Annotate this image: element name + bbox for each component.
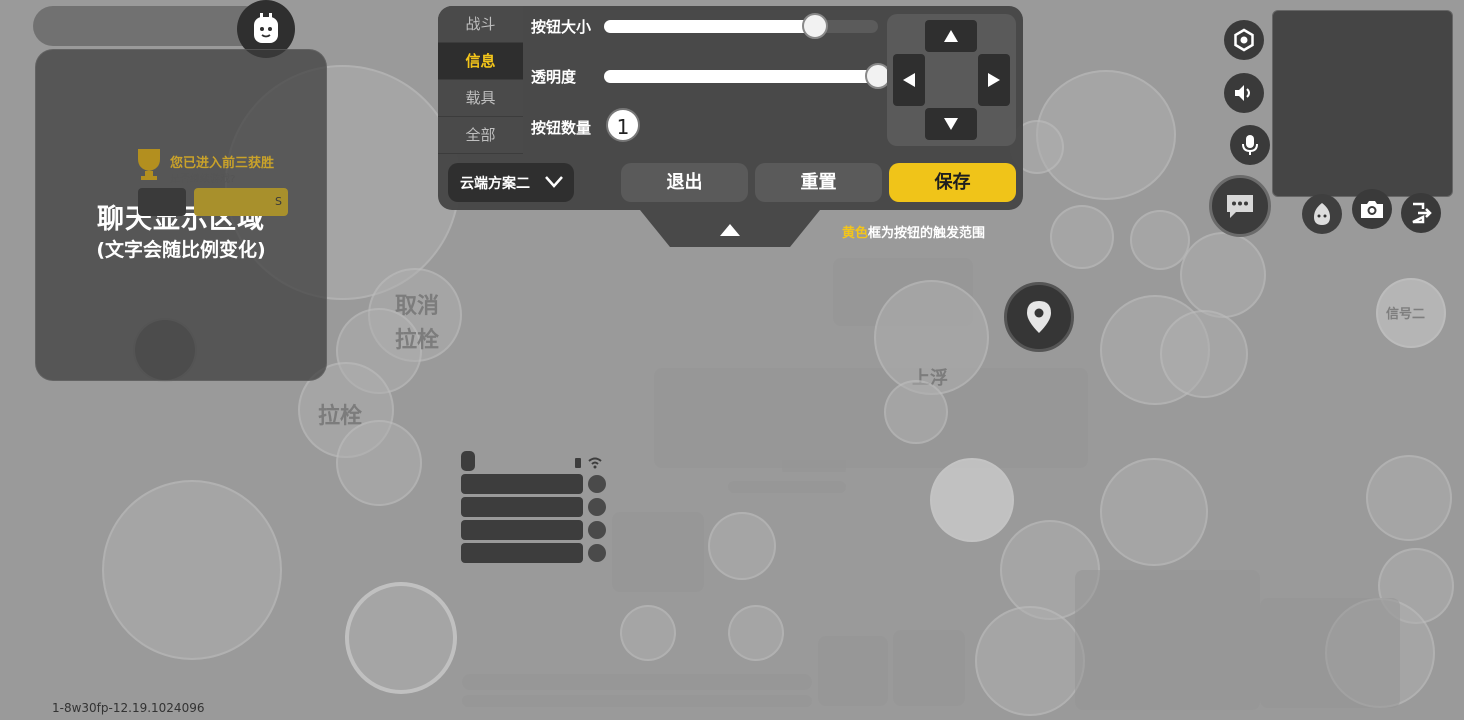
location-marker-button[interactable]: [1004, 282, 1074, 352]
teammate-bar-4: [461, 543, 583, 563]
bg-armor-slot: [708, 512, 776, 580]
settings-icon: [1234, 28, 1254, 52]
dpad-down-button[interactable]: [925, 108, 977, 140]
collapse-panel-button[interactable]: [640, 210, 820, 248]
bg-down-button: [1100, 458, 1208, 566]
bg-weapon-slot-1: [1075, 570, 1260, 710]
exit-game-button[interactable]: [1401, 193, 1441, 233]
bg-pull-label-2: 拉栓: [318, 404, 363, 429]
category-tabs: 战斗 信息 载具 全部: [438, 6, 523, 156]
bg-scope-button: [1160, 310, 1248, 398]
opacity-label: 透明度: [531, 68, 577, 86]
bg-pull-label: 拉栓: [395, 328, 440, 353]
button-size-slider-fill: [604, 20, 815, 33]
mic-button[interactable]: [1230, 125, 1270, 165]
bg-move-joystick: [102, 480, 282, 660]
teammate-dot-3: [588, 521, 606, 539]
chevron-down-icon: [545, 176, 563, 188]
bg-center-panel: [654, 368, 1088, 468]
bg-signal-label: 信号二: [1386, 307, 1426, 322]
trophy-exit-button: [138, 188, 186, 216]
emoji-button[interactable]: [1302, 194, 1342, 234]
scheme-select-value: 云端方案二: [460, 175, 530, 192]
arrow-left-icon: [903, 73, 915, 87]
minimap[interactable]: [1272, 10, 1453, 197]
trophy-message: 您已进入前三获胜: [170, 156, 275, 171]
camera-icon: [1361, 201, 1383, 218]
save-button[interactable]: 保存: [889, 163, 1016, 202]
trigger-range-hint: 黄色框为按钮的触发范围: [842, 222, 985, 241]
bg-crouch-button: [336, 420, 422, 506]
mic-icon: [1242, 135, 1258, 155]
trophy-icon: [132, 145, 166, 185]
top-left-bar: [33, 6, 265, 46]
tab-info[interactable]: 信息: [438, 43, 523, 80]
bg-weapon-slot-2: [1260, 598, 1400, 708]
teammate-bar-2: [461, 497, 583, 517]
scheme-select[interactable]: 云端方案二: [448, 163, 574, 202]
version-label: 1-8w30fp-12.19.1024096: [52, 701, 205, 715]
bg-reload-button: [1366, 455, 1452, 541]
trophy-continue-button: S: [194, 188, 288, 216]
dpad-left-button[interactable]: [893, 54, 925, 106]
button-size-label: 按钮大小: [531, 18, 592, 36]
teammate-dot-4: [588, 544, 606, 562]
bg-hand-button: [1180, 232, 1266, 318]
bg-energy-bar: [462, 695, 812, 707]
chat-area-subtitle: (文字会随比例变化): [96, 239, 266, 261]
dpad-up-button[interactable]: [925, 20, 977, 52]
bg-prone-button: [1130, 210, 1190, 270]
tab-vehicle[interactable]: 载具: [438, 80, 523, 117]
chat-icon: [1227, 195, 1253, 218]
battery-icon: [572, 454, 584, 473]
speaker-button[interactable]: [1224, 73, 1264, 113]
emoji-icon: [1314, 203, 1330, 225]
bg-grenade-slot: [893, 630, 965, 706]
avatar-icon: [254, 13, 278, 43]
bg-melee-button: [975, 606, 1085, 716]
button-count-stepper[interactable]: 1: [606, 108, 640, 142]
chat-button[interactable]: [1209, 175, 1271, 237]
position-dpad: [887, 14, 1016, 146]
arrow-down-icon: [944, 118, 958, 130]
bg-helmet-slot: [620, 605, 676, 661]
bg-eye-button: [1050, 205, 1114, 269]
teammate-dot-1: [588, 475, 606, 493]
speaker-icon: [1235, 85, 1250, 101]
reset-button[interactable]: 重置: [755, 163, 882, 202]
exit-button[interactable]: 退出: [621, 163, 748, 202]
location-icon: [1027, 301, 1051, 333]
bg-aim-button: [930, 458, 1014, 542]
button-count-label: 按钮数量: [531, 119, 592, 137]
screenshot-button[interactable]: [1352, 189, 1392, 229]
bg-bag-slot: [612, 512, 704, 592]
settings-button[interactable]: [1224, 20, 1264, 60]
dpad-right-button[interactable]: [978, 54, 1010, 106]
exit-icon: [1412, 202, 1432, 224]
tab-combat[interactable]: 战斗: [438, 6, 523, 43]
teammate-bar-1: [461, 474, 583, 494]
team-indicator: [461, 451, 475, 471]
tab-all[interactable]: 全部: [438, 117, 523, 154]
teammate-bar-3: [461, 520, 583, 540]
button-size-slider[interactable]: [604, 20, 878, 33]
bg-backpack-button: [345, 582, 457, 694]
arrow-right-icon: [988, 73, 1000, 87]
wifi-icon: [588, 454, 602, 473]
hint-highlight: 黄色: [842, 226, 869, 241]
teammate-dot-2: [588, 498, 606, 516]
bg-medkit-slot: [818, 636, 888, 706]
trophy-question: 是否继续游戏?: [170, 174, 236, 185]
arrow-up-icon: [944, 30, 958, 42]
bg-vehicle-bar: [728, 481, 846, 493]
bg-fuel-bar: [782, 460, 846, 472]
opacity-slider-fill: [604, 70, 878, 83]
bg-seat-button: [884, 380, 948, 444]
opacity-slider[interactable]: [604, 70, 878, 83]
button-size-slider-knob[interactable]: [802, 13, 828, 39]
hint-text: 框为按钮的触发范围: [868, 226, 986, 241]
bg-drink-slot: [728, 605, 784, 661]
bg-health-bar: [462, 674, 812, 690]
